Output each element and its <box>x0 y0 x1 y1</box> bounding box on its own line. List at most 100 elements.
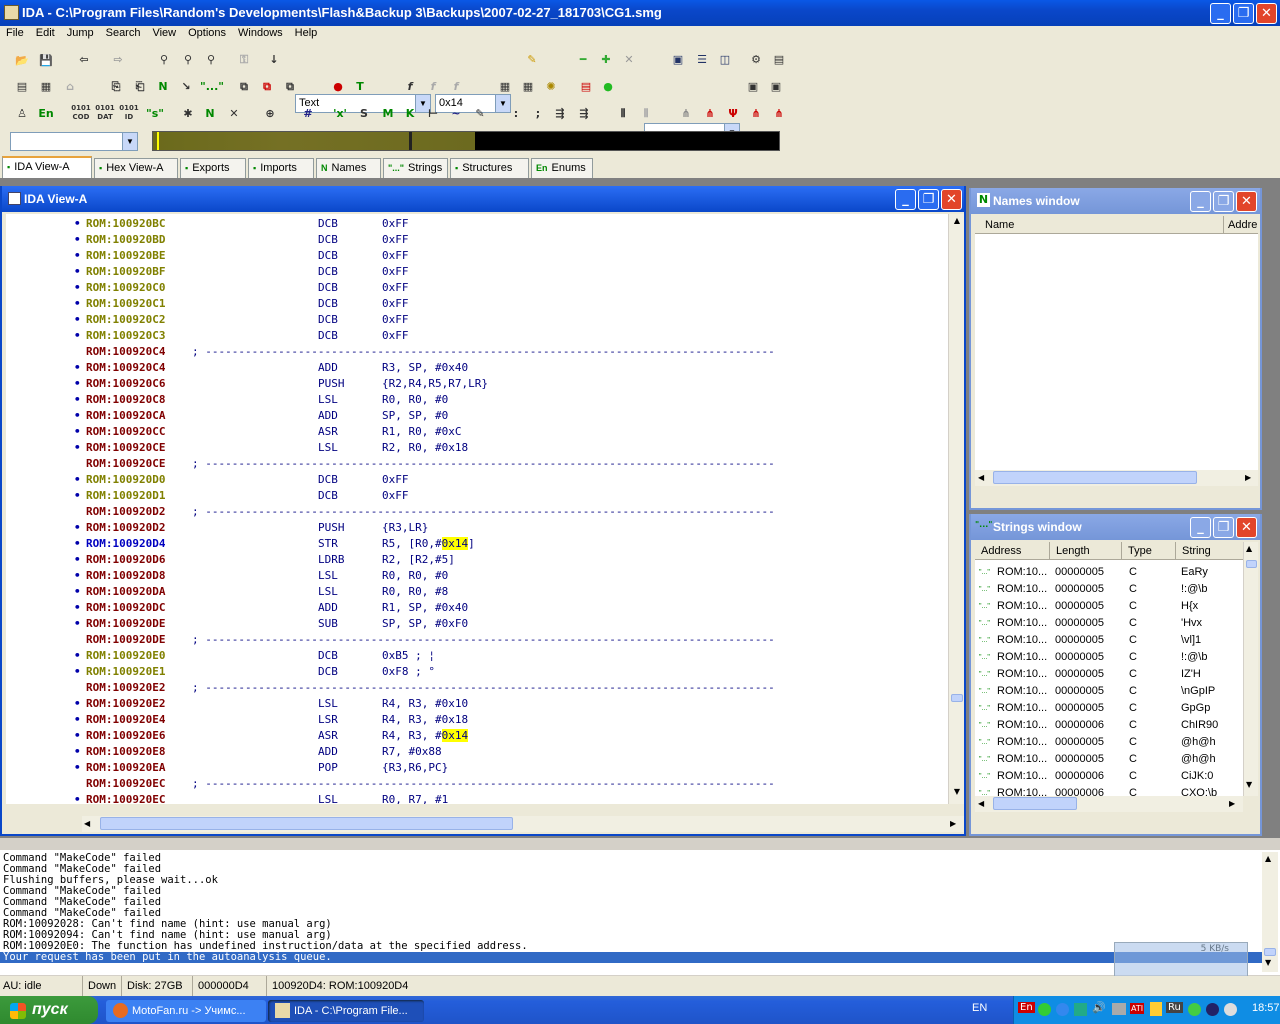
forward-icon[interactable]: ⇨ <box>110 52 126 68</box>
scroll-right-icon[interactable]: ▶ <box>950 817 962 831</box>
disasm-line[interactable]: • ROM:100920E4 LSR R4, R3, #0x18 <box>6 712 946 728</box>
disasm-line[interactable]: • ROM:100920BF DCB 0xFF <box>6 264 946 280</box>
menu-options[interactable]: Options <box>182 26 232 39</box>
jump-icon[interactable]: ↓ <box>266 52 282 68</box>
edit-pencil-icon[interactable]: ✎ <box>472 106 488 122</box>
scroll-left-icon[interactable]: ◀ <box>978 471 984 485</box>
array-icon[interactable]: ✱ <box>180 106 196 122</box>
strings-close-button[interactable]: ✕ <box>1236 517 1257 538</box>
strings-row[interactable]: "..." ROM:10... 00000005 C @h@h <box>975 751 1243 768</box>
strings-horizontal-scrollbar[interactable]: ◀ ▶ <box>975 796 1243 812</box>
disasm-line[interactable]: • ROM:100920C4 ADD R3, SP, #0x40 <box>6 360 946 376</box>
enum-icon[interactable]: En <box>36 106 56 122</box>
scroll-down-icon[interactable]: ▼ <box>1246 780 1252 789</box>
plus-icon[interactable]: ✚ <box>598 52 614 68</box>
tray-lang-ru-icon[interactable]: Ru <box>1166 1002 1183 1013</box>
strings-minimize-button[interactable]: _ <box>1190 517 1211 538</box>
run-icon[interactable]: ● <box>600 79 616 95</box>
tray-misc-icon[interactable] <box>1224 1003 1237 1016</box>
names-close-button[interactable]: ✕ <box>1236 191 1257 212</box>
scroll-down-icon[interactable]: ▼ <box>950 787 964 801</box>
processor-icon[interactable]: ▤ <box>578 79 594 95</box>
data-convert-icon[interactable]: 0101 DAT <box>94 104 116 121</box>
tray-network-icon[interactable] <box>1038 1003 1051 1016</box>
segment-s-icon[interactable]: S <box>356 106 372 122</box>
disasm-line[interactable]: • ROM:100920C3 DCB 0xFF <box>6 328 946 344</box>
disasm-line[interactable]: • ROM:100920D2 PUSH {R3,LR} <box>6 520 946 536</box>
disasm-line[interactable]: • ROM:100920C2 DCB 0xFF <box>6 312 946 328</box>
document-icon[interactable]: ▤ <box>14 79 30 95</box>
disasm-line[interactable]: ROM:100920CE ; --------------------------… <box>6 456 946 472</box>
string-icon[interactable]: "..." <box>200 79 224 95</box>
task-ida[interactable]: IDA - C:\Program File... <box>268 1000 424 1022</box>
string-type-icon[interactable]: "s" <box>146 106 164 122</box>
disasm-line[interactable]: ROM:100920D2 ; --------------------------… <box>6 504 946 520</box>
disasm-line[interactable]: • ROM:100920BC DCB 0xFF <box>6 216 946 232</box>
copy-icon[interactable]: ⎘ <box>108 79 124 95</box>
open-icon[interactable]: 📂 <box>14 53 30 69</box>
lock-icon[interactable]: ⚿ <box>236 52 252 68</box>
rename-n-icon[interactable]: N <box>202 106 218 122</box>
strings-maximize-button[interactable]: ❐ <box>1213 517 1234 538</box>
cross-icon[interactable]: ✕ <box>621 52 637 68</box>
strings-row[interactable]: "..." ROM:10... 00000005 C @h@h <box>975 734 1243 751</box>
strings-row[interactable]: "..." ROM:10... 00000005 C EaRy <box>975 564 1243 581</box>
search-binary-icon[interactable]: ⚲ <box>156 52 172 68</box>
menu-help[interactable]: Help <box>289 26 324 39</box>
disasm-line[interactable]: • ROM:100920C8 LSL R0, R0, #0 <box>6 392 946 408</box>
disasm-line[interactable]: • ROM:100920D0 DCB 0xFF <box>6 472 946 488</box>
scroll-down-icon[interactable]: ▼ <box>1265 958 1271 967</box>
person-icon[interactable]: ♙ <box>14 106 30 122</box>
chart-alt-icon[interactable]: ⫴ <box>638 106 654 122</box>
tray-update-icon[interactable] <box>1074 1003 1087 1016</box>
disasm-line[interactable]: • ROM:100920E0 DCB 0xB5 ; ¦ <box>6 648 946 664</box>
ida-view-vertical-scrollbar[interactable]: ▲ ▼ <box>948 214 964 804</box>
ida-view-close-button[interactable]: ✕ <box>941 189 962 210</box>
tray-media-icon[interactable] <box>1206 1003 1219 1016</box>
code-convert-icon[interactable]: 0101 COD <box>70 104 92 121</box>
navigation-band[interactable] <box>152 131 780 151</box>
list-icon[interactable]: ▤ <box>771 52 787 68</box>
signature-icon[interactable]: ▦ <box>520 79 536 95</box>
graph-icon[interactable]: ⚙ <box>748 52 764 68</box>
scroll-up-icon[interactable]: ▲ <box>950 216 964 230</box>
disasm-line[interactable]: • ROM:100920EA POP {R3,R6,PC} <box>6 760 946 776</box>
tree-icon[interactable]: ⋔ <box>678 106 694 122</box>
disassembly-listing[interactable]: • ROM:100920BC DCB 0xFF • ROM:100920BD DCB 0xFF… <box>6 214 948 804</box>
scroll-right-icon[interactable]: ▶ <box>1229 797 1235 811</box>
disasm-line[interactable]: • ROM:100920DE SUB SP, SP, #0xF0 <box>6 616 946 632</box>
tray-lang-en-icon[interactable]: En <box>1018 1002 1035 1013</box>
strings-row[interactable]: "..." ROM:10... 00000005 C !:@\b <box>975 581 1243 598</box>
strings-vertical-scrollbar[interactable]: ▲ ▼ <box>1243 542 1258 796</box>
scroll-thumb[interactable] <box>100 817 513 830</box>
disasm-line[interactable]: • ROM:100920CA ADD SP, SP, #0 <box>6 408 946 424</box>
strings-row[interactable]: "..." ROM:10... 00000006 C ChIR90 <box>975 717 1243 734</box>
tray-globe-icon[interactable] <box>1056 1003 1069 1016</box>
menu-edit[interactable]: Edit <box>30 26 61 39</box>
language-indicator[interactable]: EN <box>972 1002 987 1014</box>
undefine-icon[interactable]: ✕ <box>226 106 242 122</box>
output-window[interactable]: Command "MakeCode" failed Command "MakeCo… <box>0 850 1280 975</box>
strings-row[interactable]: "..." ROM:10... 00000005 C 'Hvx <box>975 615 1243 632</box>
window-tile-h-icon[interactable]: ☰ <box>694 52 710 68</box>
menu-file[interactable]: File <box>0 26 30 39</box>
search-next-icon[interactable]: ⚲ <box>203 52 219 68</box>
scroll-thumb[interactable] <box>993 797 1077 810</box>
tab-imports[interactable]: ▪ Imports <box>248 158 314 178</box>
minimize-button[interactable]: _ <box>1210 3 1231 24</box>
strings-row[interactable]: "..." ROM:10... 00000005 C \nGpIP <box>975 683 1243 700</box>
disasm-line[interactable]: ROM:100920DE ; --------------------------… <box>6 632 946 648</box>
strings-row[interactable]: "..." ROM:10... 00000005 C GpGp <box>975 700 1243 717</box>
names-maximize-button[interactable]: ❐ <box>1213 191 1234 212</box>
function-edit-icon[interactable]: f <box>425 79 441 95</box>
names-list[interactable]: Name Addre <box>975 216 1258 470</box>
disasm-line[interactable]: • ROM:100920E1 DCB 0xF8 ; ° <box>6 664 946 680</box>
scroll-left-icon[interactable]: ◀ <box>978 797 984 811</box>
strings-row[interactable]: "..." ROM:10... 00000006 C CiJK:0 <box>975 768 1243 785</box>
disasm-line[interactable]: • ROM:100920C6 PUSH {R2,R4,R5,R7,LR} <box>6 376 946 392</box>
scroll-up-icon[interactable]: ▲ <box>1246 544 1252 553</box>
disasm-line[interactable]: • ROM:100920C0 DCB 0xFF <box>6 280 946 296</box>
disasm-line[interactable]: ROM:100920E2 ; --------------------------… <box>6 680 946 696</box>
scroll-thumb[interactable] <box>1246 560 1257 568</box>
home-icon[interactable]: ⌂ <box>62 79 78 95</box>
